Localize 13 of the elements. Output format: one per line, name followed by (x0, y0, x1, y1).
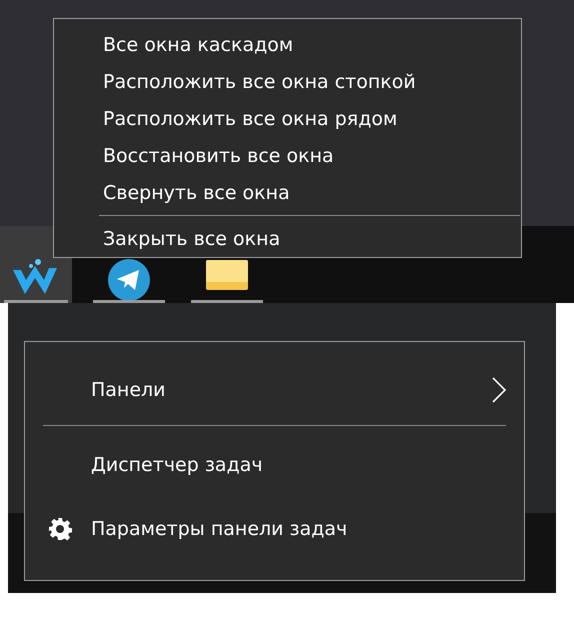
settings-icon (48, 517, 72, 541)
menu-item[interactable]: Диспетчер задач (91, 454, 263, 476)
menu-item[interactable]: Панели (91, 379, 166, 401)
menu-item[interactable]: Восстановить все окна (54, 138, 521, 174)
folder-icon (205, 258, 249, 292)
menu-item[interactable]: Закрыть все окна (54, 220, 521, 258)
menu-item[interactable]: Расположить все окна стопкой (54, 64, 521, 101)
paper-plane-icon (107, 258, 151, 302)
menu-item[interactable]: Расположить все окна рядом (54, 100, 521, 138)
menu-item[interactable]: Свернуть все окна (54, 174, 521, 212)
menu-item[interactable]: Параметры панели задач (91, 518, 348, 540)
menu-item[interactable]: Все окна каскадом (54, 27, 521, 64)
chevron-right-icon (491, 376, 507, 404)
